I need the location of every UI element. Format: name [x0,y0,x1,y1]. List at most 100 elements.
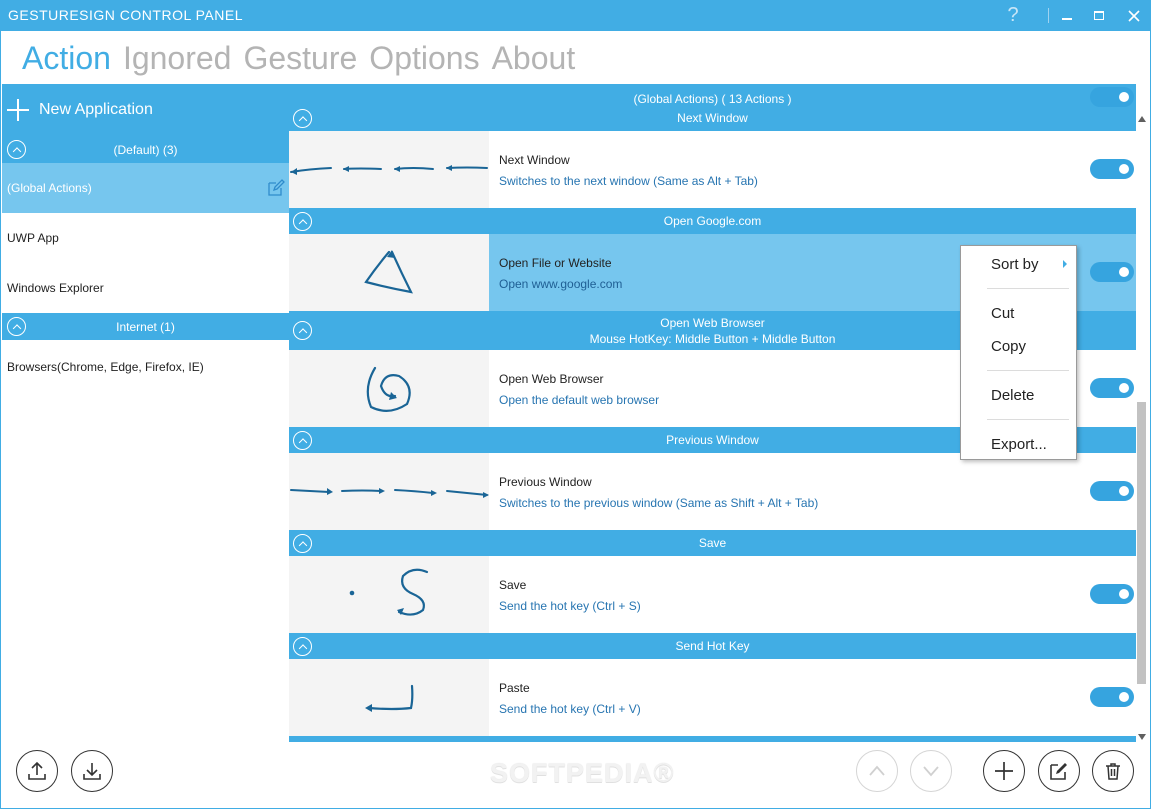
gesture-preview [289,350,489,427]
app-item-windows-explorer[interactable]: Windows Explorer [2,263,289,313]
app-item-browsers[interactable]: Browsers(Chrome, Edge, Firefox, IE) [2,340,289,394]
gesture-hook-icon [365,684,414,712]
app-item-uwp-app[interactable]: UWP App [2,213,289,263]
edit-icon[interactable] [267,179,285,197]
maximize-button[interactable] [1082,0,1116,31]
action-info: Paste Send the hot key (Ctrl + V) [489,659,1136,736]
gesture-preview [289,131,489,208]
section-title: Previous Window [666,433,759,447]
plus-icon [995,762,1013,780]
action-name: Previous Window [499,475,592,489]
add-action-button[interactable] [983,750,1025,792]
move-up-button[interactable] [856,750,898,792]
action-name: Paste [499,681,530,695]
action-name: Save [499,578,527,592]
action-row[interactable]: Next Window Switches to the next window … [289,131,1136,208]
gesture-preview [289,659,489,736]
collapse-icon[interactable] [293,212,312,231]
collapse-icon[interactable] [293,109,312,128]
gesture-dot-s-icon [349,568,429,616]
menu-item-copy[interactable]: Copy [991,338,1026,355]
gesture-preview [289,453,489,530]
section-title: Save [698,536,727,550]
section-header: Save [289,530,1136,556]
bottom-toolbar: SOFTPEDIA® [0,742,1151,809]
collapse-icon[interactable] [293,431,312,450]
vertical-scrollbar[interactable] [1136,110,1149,742]
minimize-icon [1062,17,1072,20]
delete-action-button[interactable] [1092,750,1134,792]
action-toggle-switch[interactable] [1090,378,1134,398]
action-toggle-switch[interactable] [1090,687,1134,707]
scroll-up-arrow-icon[interactable] [1138,116,1146,122]
group-header-internet[interactable]: Internet (1) [2,313,289,340]
group-title: (Default) (3) [113,142,178,157]
gesture-arrows-left-icon [290,165,488,175]
section-title: Send Hot Key [675,639,750,653]
submenu-arrow-icon [1063,260,1067,268]
tab-ignored[interactable]: Ignored [123,38,232,78]
import-button[interactable] [71,750,113,792]
app-item-label: UWP App [7,231,59,245]
action-row[interactable]: Save Send the hot key (Ctrl + S) [289,556,1136,633]
title-bar-divider [1048,8,1049,23]
action-toggle-switch[interactable] [1090,584,1134,604]
help-button[interactable]: ? [996,0,1030,31]
action-description: Switches to the next window (Same as Alt… [499,174,758,188]
maximize-icon [1094,10,1104,20]
export-button[interactable] [16,750,58,792]
scroll-down-arrow-icon[interactable] [1138,734,1146,740]
action-toggle-switch[interactable] [1090,159,1134,179]
action-info: Save Send the hot key (Ctrl + S) [489,556,1136,633]
section-title: Open Web Browser [660,315,765,330]
gesture-triangle-icon [364,250,413,294]
group-header-default[interactable]: (Default) (3) [2,136,289,163]
upload-icon [28,761,46,780]
minimize-button[interactable] [1050,0,1084,31]
collapse-icon[interactable] [293,534,312,553]
action-row[interactable]: Previous Window Switches to the previous… [289,453,1136,530]
menu-item-cut[interactable]: Cut [991,305,1014,322]
action-toggle-switch[interactable] [1090,481,1134,501]
action-toggle-switch[interactable] [1090,262,1134,282]
section-title: Open Google.com [663,214,762,228]
action-description: Send the hot key (Ctrl + V) [499,702,641,716]
menu-item-delete[interactable]: Delete [991,387,1034,404]
section-title: Next Window [677,111,748,125]
app-item-global-actions[interactable]: (Global Actions) [2,163,289,213]
action-info: Next Window Switches to the next window … [489,131,1136,208]
tab-action[interactable]: Action [22,38,111,78]
new-application-button[interactable]: New Application [2,84,289,136]
group-toggle-switch[interactable] [1090,87,1134,107]
menu-item-sort-by[interactable]: Sort by [991,256,1039,273]
menu-separator [987,370,1069,371]
app-item-label: (Global Actions) [7,181,92,195]
collapse-icon[interactable] [293,637,312,656]
tab-about[interactable]: About [492,38,576,78]
menu-item-export[interactable]: Export... [991,436,1047,453]
scrollbar-thumb[interactable] [1137,402,1146,684]
collapse-icon[interactable] [7,317,26,336]
gesture-arrows-right-icon [290,488,489,498]
section-hotkey: Mouse HotKey: Middle Button + Middle But… [589,331,836,346]
move-down-button[interactable] [910,750,952,792]
section-header: Open Google.com [289,208,1136,234]
group-title: (Global Actions) ( 13 Actions ) [633,92,792,106]
tab-gesture[interactable]: Gesture [243,38,357,78]
download-icon [83,763,101,780]
chevron-down-icon [923,766,939,777]
window-title: GESTURESIGN CONTROL PANEL [8,7,243,23]
edit-icon [1050,763,1067,780]
close-button[interactable] [1117,0,1151,31]
edit-action-button[interactable] [1038,750,1080,792]
collapse-icon[interactable] [7,140,26,159]
action-name: Open Web Browser [499,372,604,386]
collapse-icon[interactable] [293,321,312,340]
action-row[interactable]: Paste Send the hot key (Ctrl + V) [289,659,1136,736]
close-icon [1128,9,1140,22]
tab-options[interactable]: Options [369,38,479,78]
app-item-label: Windows Explorer [7,281,104,295]
title-bar: GESTURESIGN CONTROL PANEL ? [0,0,1151,31]
chevron-up-icon [869,765,885,776]
action-description: Open the default web browser [499,393,660,407]
